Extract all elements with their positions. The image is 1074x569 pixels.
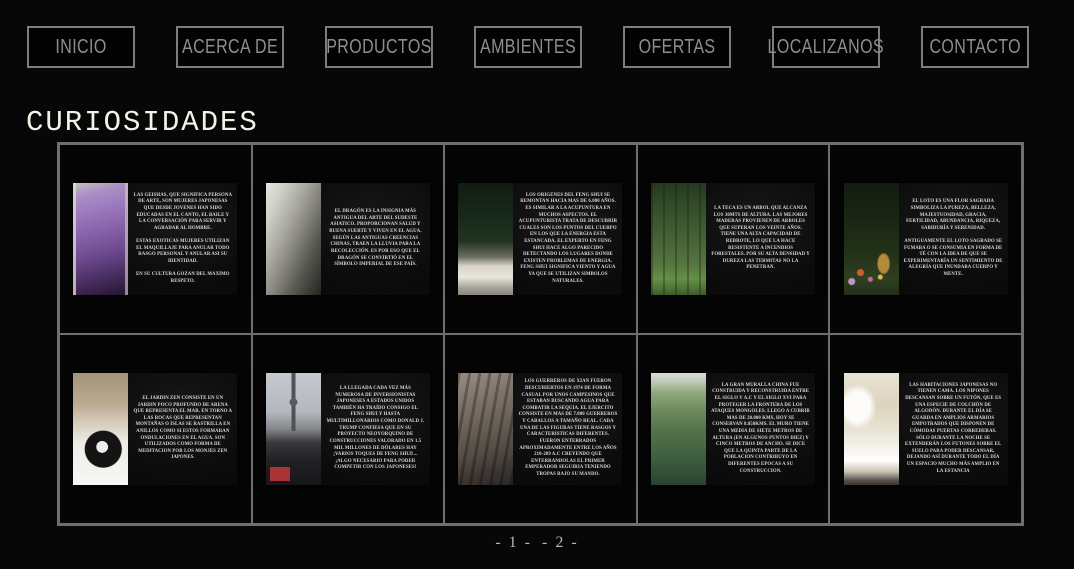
nav-item-ofertas[interactable]: OFERTAS bbox=[623, 26, 731, 68]
card: LAS GEISHAS, QUE SIGNIFICA PERSONA DE AR… bbox=[73, 183, 237, 295]
curiosity-card-guerreros-xian: LOS GUERREROS DE XIAN FUERON DESCUBIERTO… bbox=[444, 334, 637, 524]
curiosity-card-feng-shui: LOS ORIGENES DEL FENG SHUI SE REMONTAN H… bbox=[444, 144, 637, 334]
nav-item-label: PRODUCTOS bbox=[326, 36, 432, 59]
nav-item-localizanos[interactable]: LOCALIZANOS bbox=[772, 26, 880, 68]
card: LA TECA ES UN ARBOL QUE ALCANZA LOS 30MT… bbox=[651, 183, 815, 295]
dragon-statue-photo bbox=[266, 183, 321, 295]
curiosity-card-gran-muralla: LA GRAN MURALLA CHINA FUE CONSTRUIDA Y R… bbox=[637, 334, 830, 524]
nav-item-label: OFERTAS bbox=[639, 36, 716, 59]
card-text: LOS GUERREROS DE XIAN FUERON DESCUBIERTO… bbox=[513, 373, 622, 485]
card: LOS GUERREROS DE XIAN FUERON DESCUBIERTO… bbox=[458, 373, 622, 485]
nav-item-ambientes[interactable]: AMBIENTES bbox=[474, 26, 582, 68]
japanese-room-photo bbox=[844, 373, 899, 485]
card: LA LLEGADA CADA VEZ MÁS NUMEROSA DE INVE… bbox=[266, 373, 430, 485]
zen-garden-photo bbox=[73, 373, 128, 485]
card-text: LAS HABITACIONES JAPONESAS NO TIENEN CAM… bbox=[899, 373, 1008, 485]
card-text: EL JARDIN ZEN CONSISTE EN UN JARDIN POCO… bbox=[128, 373, 237, 485]
nav-item-inicio[interactable]: INICIO bbox=[27, 26, 135, 68]
curiosity-card-teca: LA TECA ES UN ARBOL QUE ALCANZA LOS 30MT… bbox=[637, 144, 830, 334]
nav-item-label: LOCALIZANOS bbox=[768, 36, 884, 59]
card: LA GRAN MURALLA CHINA FUE CONSTRUIDA Y R… bbox=[651, 373, 815, 485]
terracotta-warriors-photo bbox=[458, 373, 513, 485]
card-text: EL DRAGÓN ES LA INSIGNIA MÁS ANTIGUA DEL… bbox=[321, 183, 430, 295]
card-text: LOS ORIGENES DEL FENG SHUI SE REMONTAN H… bbox=[513, 183, 622, 295]
card-text: LA GRAN MURALLA CHINA FUE CONSTRUIDA Y R… bbox=[706, 373, 815, 485]
nav-item-label: INICIO bbox=[55, 36, 106, 59]
curiosity-card-dragon: EL DRAGÓN ES LA INSIGNIA MÁS ANTIGUA DEL… bbox=[252, 144, 445, 334]
page-title: CURIOSIDADES bbox=[26, 106, 259, 139]
curiosity-card-habitaciones: LAS HABITACIONES JAPONESAS NO TIENEN CAM… bbox=[829, 334, 1022, 524]
card: EL JARDIN ZEN CONSISTE EN UN JARDIN POCO… bbox=[73, 373, 237, 485]
card-text: EL LOTO ES UNA FLOR SAGRADA SIMBOLIZA LA… bbox=[899, 183, 1008, 295]
nav-item-label: CONTACTO bbox=[929, 36, 1021, 59]
geisha-photo bbox=[73, 183, 128, 295]
feng-shui-patio-photo bbox=[458, 183, 513, 295]
main-nav: INICIO ACERCA DE PRODUCTOS AMBIENTES OFE… bbox=[27, 26, 1029, 68]
card: EL LOTO ES UNA FLOR SAGRADA SIMBOLIZA LA… bbox=[844, 183, 1008, 295]
nav-item-label: AMBIENTES bbox=[480, 36, 576, 59]
nav-item-acerca-de[interactable]: ACERCA DE bbox=[176, 26, 284, 68]
nav-item-label: ACERCA DE bbox=[182, 36, 278, 59]
card-text: LA TECA ES UN ARBOL QUE ALCANZA LOS 30MT… bbox=[706, 183, 815, 295]
curiosities-grid: LAS GEISHAS, QUE SIGNIFICA PERSONA DE AR… bbox=[57, 142, 1024, 526]
lotus-buddha-photo bbox=[844, 183, 899, 295]
card: LAS HABITACIONES JAPONESAS NO TIENEN CAM… bbox=[844, 373, 1008, 485]
page-link-1[interactable]: - 1 - bbox=[493, 534, 534, 551]
card: EL DRAGÓN ES LA INSIGNIA MÁS ANTIGUA DEL… bbox=[266, 183, 430, 295]
teak-forest-photo bbox=[651, 183, 706, 295]
curiosity-card-jardin-zen: EL JARDIN ZEN CONSISTE EN UN JARDIN POCO… bbox=[59, 334, 252, 524]
great-wall-photo bbox=[651, 373, 706, 485]
nav-item-contacto[interactable]: CONTACTO bbox=[921, 26, 1029, 68]
shanghai-tower-photo bbox=[266, 373, 321, 485]
page-link-2[interactable]: - 2 - bbox=[540, 534, 581, 551]
nav-item-productos[interactable]: PRODUCTOS bbox=[325, 26, 433, 68]
card: LOS ORIGENES DEL FENG SHUI SE REMONTAN H… bbox=[458, 183, 622, 295]
pagination: - 1 - - 2 - bbox=[0, 534, 1074, 552]
curiosity-card-geishas: LAS GEISHAS, QUE SIGNIFICA PERSONA DE AR… bbox=[59, 144, 252, 334]
curiosity-card-loto: EL LOTO ES UNA FLOR SAGRADA SIMBOLIZA LA… bbox=[829, 144, 1022, 334]
curiosity-card-inversionistas: LA LLEGADA CADA VEZ MÁS NUMEROSA DE INVE… bbox=[252, 334, 445, 524]
card-text: LA LLEGADA CADA VEZ MÁS NUMEROSA DE INVE… bbox=[321, 373, 430, 485]
card-text: LAS GEISHAS, QUE SIGNIFICA PERSONA DE AR… bbox=[128, 183, 237, 295]
